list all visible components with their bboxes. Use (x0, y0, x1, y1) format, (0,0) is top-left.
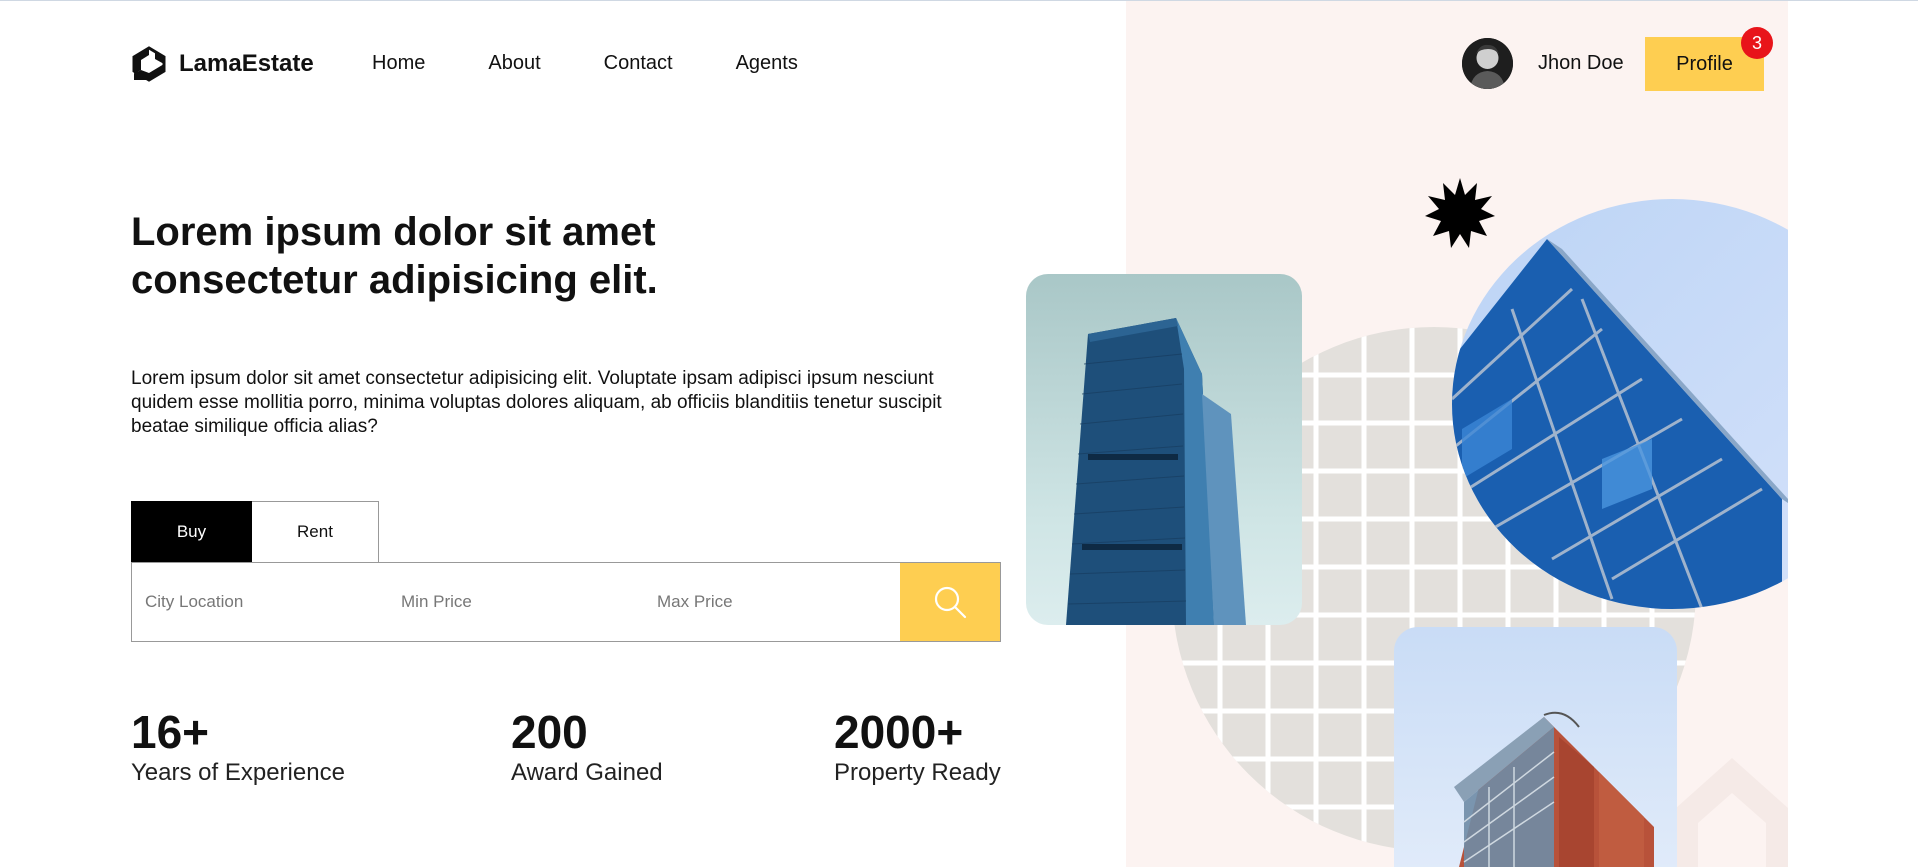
stat-label: Years of Experience (131, 759, 345, 786)
brand-logo[interactable]: LamaEstate (131, 46, 314, 82)
hero-description: Lorem ipsum dolor sit amet consectetur a… (131, 368, 942, 437)
stat-label: Award Gained (511, 759, 663, 786)
city-location-input[interactable] (132, 563, 388, 641)
building-image-brick (1394, 627, 1677, 867)
hero-title: Lorem ipsum dolor sit amet consectetur a… (131, 210, 658, 302)
search-type-tabs: Buy Rent (131, 501, 379, 563)
min-price-input[interactable] (388, 563, 644, 641)
tab-buy[interactable]: Buy (131, 501, 252, 563)
stat-number: 16+ (131, 706, 210, 758)
nav-contact[interactable]: Contact (604, 52, 673, 75)
brand-name: LamaEstate (179, 50, 314, 77)
logo-icon (132, 46, 166, 82)
nav-agents[interactable]: Agents (736, 52, 798, 75)
stat-properties: 2000+ Property Ready (834, 706, 1001, 788)
nav-home[interactable]: Home (372, 52, 425, 75)
building-image-tower (1026, 274, 1302, 625)
search-icon (934, 586, 967, 619)
star-burst-icon (1425, 178, 1495, 248)
building-image-glass (1452, 199, 1788, 609)
stat-number: 200 (511, 706, 588, 758)
search-button[interactable] (900, 563, 1000, 641)
stat-label: Property Ready (834, 759, 1001, 786)
nav-about[interactable]: About (488, 52, 540, 75)
stat-experience: 16+ Years of Experience (131, 706, 345, 788)
main-nav: Home About Contact Agents (372, 52, 798, 75)
stat-awards: 200 Award Gained (511, 706, 663, 788)
tab-rent[interactable]: Rent (252, 501, 379, 563)
search-form (131, 562, 1001, 642)
stat-number: 2000+ (834, 706, 964, 758)
max-price-input[interactable] (644, 563, 900, 641)
